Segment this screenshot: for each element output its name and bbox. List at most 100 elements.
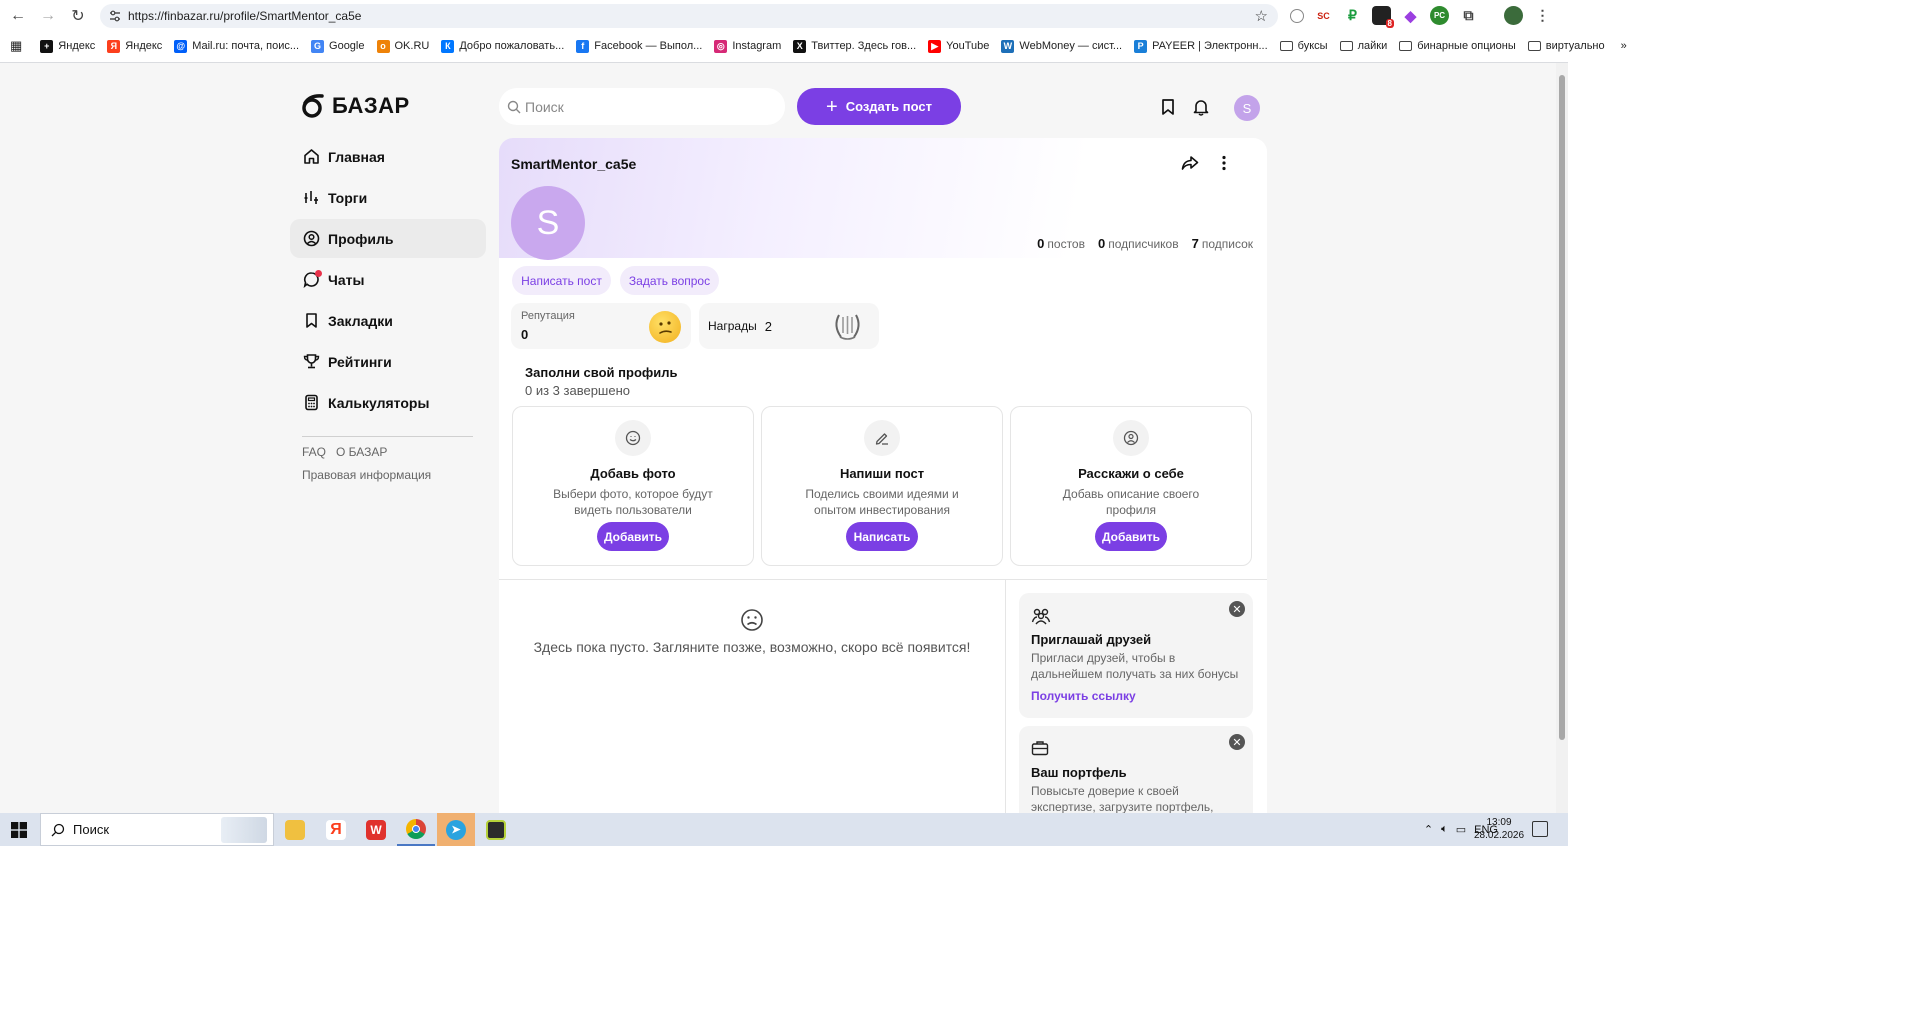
- bookmark-folder[interactable]: лайки: [1339, 40, 1387, 52]
- page-scrollbar[interactable]: [1556, 63, 1568, 813]
- extension-ruble-icon[interactable]: ₽: [1343, 6, 1362, 25]
- bookmark-star-icon[interactable]: ☆: [1255, 7, 1268, 25]
- bazar-logo[interactable]: БАЗАР: [300, 93, 410, 119]
- about-link[interactable]: О БАЗАР: [336, 445, 387, 459]
- bookmark-item[interactable]: G Google: [311, 39, 365, 53]
- folder-icon: [1527, 41, 1541, 51]
- bookmark-folder[interactable]: бинарные опционы: [1399, 40, 1516, 52]
- chrome-icon[interactable]: [397, 813, 435, 846]
- header-avatar[interactable]: S: [1234, 95, 1260, 121]
- network-icon[interactable]: ▭: [1456, 823, 1466, 836]
- section-divider: [499, 579, 1267, 580]
- scrollbar-thumb[interactable]: [1559, 75, 1565, 740]
- extension-pc-icon[interactable]: PC: [1430, 6, 1449, 25]
- search-input[interactable]: Поиск: [499, 88, 785, 125]
- sidebar-item-chats[interactable]: Чаты: [290, 260, 486, 299]
- bookmark-favicon-icon: P: [1134, 39, 1148, 53]
- profile-card: SmartMentor_ca5e S 0 постов 0 подписчиков …: [499, 138, 1267, 813]
- forward-arrow-icon[interactable]: →: [36, 4, 60, 28]
- add-photo-button[interactable]: Добавить: [597, 522, 669, 551]
- windows-taskbar: Поиск Я W ➤ ⌃ 🔈︎ ▭ ENG 13:09 28.02.2026: [0, 813, 1568, 846]
- bookmark-item[interactable]: W WebMoney — сист...: [1001, 39, 1122, 53]
- posts-stat[interactable]: 0 постов: [1037, 236, 1085, 251]
- awards-box[interactable]: Награды 2: [699, 303, 879, 349]
- person-icon: [1113, 420, 1149, 456]
- reload-icon[interactable]: ↻: [66, 4, 90, 28]
- ask-question-button[interactable]: Задать вопрос: [620, 266, 719, 295]
- faq-link[interactable]: FAQ: [302, 445, 326, 459]
- sidebar-item-trading[interactable]: Торги: [290, 178, 486, 217]
- notifications-bell-icon[interactable]: [1191, 97, 1211, 117]
- extension-badge-icon[interactable]: 8: [1372, 6, 1394, 28]
- search-highlight-image: [221, 817, 267, 843]
- extensions-puzzle-icon[interactable]: ⧉: [1459, 6, 1478, 25]
- about-me-title: Расскажи о себе: [1078, 466, 1184, 481]
- apps-grid-icon[interactable]: ▦: [10, 38, 22, 54]
- volume-icon[interactable]: 🔈︎: [1441, 823, 1448, 836]
- subscriptions-stat[interactable]: 7 подписок: [1192, 236, 1253, 251]
- bookmarks-header-icon[interactable]: [1158, 97, 1178, 117]
- portfolio-promo: ✕ Ваш портфель Повысьте доверие к своей …: [1019, 726, 1253, 813]
- bookmark-item[interactable]: P PAYEER | Электронн...: [1134, 39, 1268, 53]
- sidebar-item-ratings[interactable]: Рейтинги: [290, 342, 486, 381]
- more-options-icon[interactable]: [1221, 155, 1227, 174]
- tray-chevron-icon[interactable]: ⌃: [1424, 823, 1433, 836]
- bookmark-item[interactable]: f Facebook — Выпол...: [576, 39, 702, 53]
- write-button[interactable]: Написать: [846, 522, 918, 551]
- sidebar-item-label: Торги: [328, 189, 368, 206]
- translate-icon[interactable]: [1290, 8, 1304, 23]
- bookmarks-overflow-icon[interactable]: »: [1621, 40, 1627, 52]
- sidebar-item-home[interactable]: Главная: [290, 137, 486, 176]
- bookmark-favicon-icon: ▶: [928, 39, 942, 53]
- invite-desc: Пригласи друзей, чтобы в дальнейшем полу…: [1031, 651, 1239, 681]
- file-explorer-icon[interactable]: [276, 813, 314, 846]
- site-settings-icon[interactable]: [108, 9, 122, 23]
- extension-sc-icon[interactable]: SC: [1314, 6, 1333, 25]
- bookmark-item[interactable]: ▶ YouTube: [928, 39, 989, 53]
- app-icon[interactable]: [477, 813, 515, 846]
- bookmark-favicon-icon: X: [793, 39, 807, 53]
- folder-label: виртуально: [1545, 40, 1605, 52]
- bookmark-item[interactable]: К Добро пожаловать...: [441, 39, 564, 53]
- sidebar-item-bookmarks[interactable]: Закладки: [290, 301, 486, 340]
- profile-avatar-icon[interactable]: [1504, 6, 1523, 25]
- windows-start-icon[interactable]: [0, 813, 38, 846]
- create-post-button[interactable]: + Создать пост: [797, 88, 961, 125]
- bookmark-item[interactable]: + Яндекс: [40, 39, 95, 53]
- profile-avatar[interactable]: S: [511, 186, 585, 260]
- write-post-button[interactable]: Написать пост: [512, 266, 611, 295]
- yandex-browser-icon[interactable]: Я: [317, 813, 355, 846]
- bookmark-item[interactable]: о OK.RU: [376, 39, 429, 53]
- menu-dots-icon[interactable]: ⋮: [1533, 6, 1552, 25]
- add-about-button[interactable]: Добавить: [1095, 522, 1167, 551]
- bookmark-item[interactable]: @ Mail.ru: почта, поис...: [174, 39, 299, 53]
- address-bar[interactable]: https://finbazar.ru/profile/SmartMentor_…: [100, 4, 1278, 28]
- subscribers-stat[interactable]: 0 подписчиков: [1098, 236, 1179, 251]
- wps-office-icon[interactable]: W: [357, 813, 395, 846]
- briefcase-icon: [1031, 740, 1049, 759]
- get-link-button[interactable]: Получить ссылку: [1031, 689, 1136, 703]
- add-photo-card: Добавь фото Выбери фото, которое будут в…: [512, 406, 754, 566]
- telegram-icon[interactable]: ➤: [437, 813, 475, 846]
- taskbar-clock[interactable]: 13:09 28.02.2026: [1474, 816, 1524, 842]
- close-icon[interactable]: ✕: [1229, 601, 1245, 617]
- bookmark-folder[interactable]: виртуально: [1527, 40, 1605, 52]
- close-icon[interactable]: ✕: [1229, 734, 1245, 750]
- sidebar-item-profile[interactable]: Профиль: [290, 219, 486, 258]
- back-arrow-icon[interactable]: ←: [6, 4, 30, 28]
- folder-icon: [1399, 41, 1413, 51]
- sidebar-item-calculators[interactable]: Калькуляторы: [290, 383, 486, 422]
- taskbar-search-input[interactable]: Поиск: [40, 813, 274, 846]
- clock-time: 13:09: [1486, 817, 1512, 828]
- legal-link[interactable]: Правовая информация: [302, 468, 431, 482]
- bookmark-item[interactable]: Я Яндекс: [107, 39, 162, 53]
- share-icon[interactable]: [1181, 155, 1199, 174]
- bookmark-folder[interactable]: буксы: [1279, 40, 1328, 52]
- bookmark-item[interactable]: X Твиттер. Здесь гов...: [793, 39, 916, 53]
- extension-diamond-icon[interactable]: ◆: [1401, 6, 1420, 25]
- chart-icon: [302, 189, 320, 207]
- notification-center-icon[interactable]: [1532, 821, 1548, 837]
- logo-text: БАЗАР: [332, 93, 410, 118]
- reputation-box[interactable]: Репутация 0: [511, 303, 691, 349]
- bookmark-item[interactable]: ◎ Instagram: [714, 39, 781, 53]
